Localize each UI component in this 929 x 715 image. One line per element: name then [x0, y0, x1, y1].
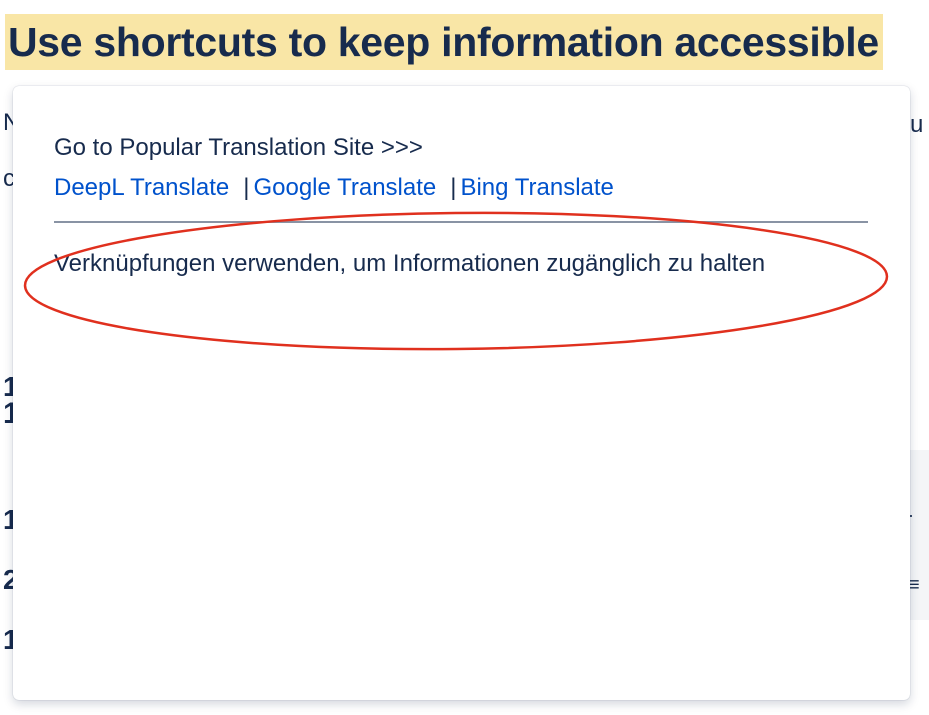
page: Use shortcuts to keep information access…: [0, 0, 929, 715]
highlighted-heading: Use shortcuts to keep information access…: [5, 14, 883, 70]
translated-text: Verknüpfungen verwenden, um Informatione…: [54, 250, 766, 277]
link-separator: |: [243, 174, 250, 201]
underlying-text-fragment: u: [910, 111, 924, 138]
link-separator: |: [450, 174, 457, 201]
translation-popup: Go to Popular Translation Site >>> DeepL…: [13, 86, 910, 700]
translation-site-links: DeepL Translate | Google Translate | Bing Tr…: [54, 173, 614, 203]
google-translate-link[interactable]: Google Translate: [253, 174, 436, 201]
bing-translate-link[interactable]: Bing Translate: [460, 174, 613, 201]
divider: [54, 221, 868, 223]
popup-title: Go to Popular Translation Site >>>: [54, 134, 423, 161]
page-heading: Use shortcuts to keep information access…: [0, 0, 929, 88]
deepl-translate-link[interactable]: DeepL Translate: [54, 174, 229, 201]
